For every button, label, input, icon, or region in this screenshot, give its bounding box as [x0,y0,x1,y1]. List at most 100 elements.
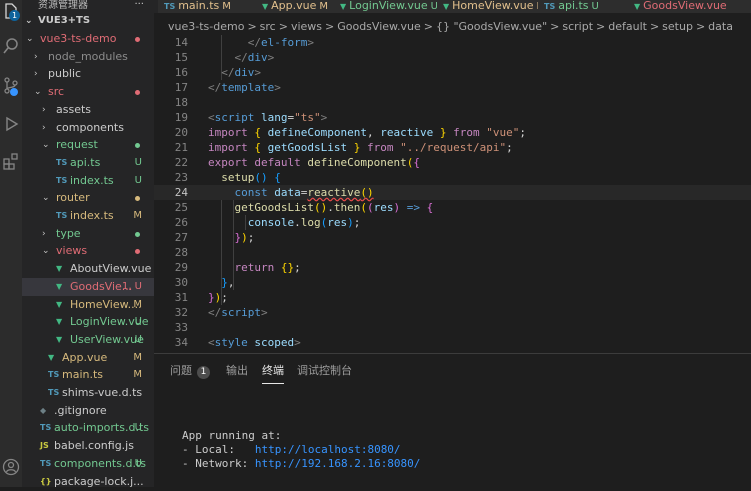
code-line: 30 }, [154,275,751,290]
breadcrumb-item[interactable]: views [291,20,322,33]
tab-status: U [591,1,599,12]
line-number: 15 [174,51,188,64]
tree-item[interactable]: ▼ HomeView.... M [22,296,154,314]
ts-file-icon: TS [56,175,68,185]
line-number: 20 [174,126,188,139]
tree-item[interactable]: › node_modules [22,48,154,66]
tree-item[interactable]: › components [22,119,154,137]
tree-item-label: vue3-ts-demo [40,32,117,45]
extensions-icon[interactable] [2,152,20,170]
tree-item[interactable]: ⌄ vue3-ts-demo [22,30,154,48]
tab-terminal[interactable]: 终端 [262,362,284,384]
ts-file-icon: TS [48,388,60,397]
tree-item[interactable]: ▼ AboutView.vue [22,260,154,278]
editor-tab[interactable]: ▼ GoodsView.vue [628,0,751,13]
tree-item[interactable]: ◆ .gitignore [22,402,154,420]
tree-item-label: index.ts [70,173,114,187]
tree-item[interactable]: TS main.ts M [22,366,154,384]
breadcrumb-item[interactable]: vue3-ts-demo [168,20,244,33]
search-icon[interactable] [2,37,20,55]
git-status-badge: U [134,316,142,328]
tree-item[interactable]: ⌄ views [22,242,154,260]
line-number: 17 [174,81,188,94]
tree-item[interactable]: TS auto-imports.d.ts U [22,419,154,437]
tab-label: App.vue [271,0,317,12]
line-number: 28 [174,246,188,259]
code-line: 19 <script lang="ts"> [154,110,751,125]
git-status-badge: M [133,298,142,310]
git-file-icon: ◆ [40,405,47,415]
more-actions-icon[interactable]: ··· [134,0,144,11]
problems-count-badge: 1 [197,366,210,379]
tree-item[interactable]: TS index.ts M [22,207,154,225]
editor-tabs: TS main.ts M ▼ App.vue M ▼ LoginView.vue U ▼ HomeV… [154,0,751,13]
code-line: 26 console.log(res); [154,215,751,230]
breadcrumb-item[interactable]: default [608,20,647,33]
tree-item[interactable]: ⌄ request [22,136,154,154]
ts-file-icon: TS [544,2,556,11]
tab-debug-console[interactable]: 调试控制台 [297,362,352,378]
breadcrumb-item[interactable]: setup [662,20,693,33]
breadcrumb-item[interactable]: {} "GoodsView.vue" [436,20,547,33]
editor-tab[interactable]: TS main.ts M [158,0,260,13]
tree-item[interactable]: JS babel.config.js [22,437,154,455]
tree-item[interactable]: › assets [22,101,154,119]
git-status-badge: U [134,422,142,434]
ts-file-icon: TS [164,2,176,11]
code-line: 31}); [154,290,751,305]
tree-item[interactable]: ▼ LoginView.vue U [22,313,154,331]
line-number: 23 [174,171,188,184]
tab-output[interactable]: 输出 [226,362,248,378]
breadcrumb-item[interactable]: GoodsView.vue [337,20,421,33]
code-line: 15 </div> [154,50,751,65]
vue-file-icon: ▼ [634,2,641,11]
tree-item[interactable]: TS index.ts U [22,172,154,190]
local-url-link[interactable]: http://localhost:8080/ [255,443,401,456]
tab-problems[interactable]: 问题 1 [170,362,210,379]
tree-item[interactable]: › type [22,225,154,243]
line-number: 27 [174,231,188,244]
editor-tab[interactable]: ▼ App.vue M [256,0,338,13]
tree-item[interactable]: ⌄ router [22,189,154,207]
editor-tab[interactable]: ▼HomeView.vueM [437,0,545,13]
breadcrumb-item[interactable]: data [708,20,733,33]
breadcrumb-item[interactable]: script [562,20,593,33]
tree-item[interactable]: ⌄ src [22,83,154,101]
code-line: 28 [154,245,751,260]
tree-item[interactable]: ▼ GoodsVie... 1, U [22,277,154,296]
bottom-panel: 问题 1 输出 终端 调试控制台 App running at: - Local:… [154,353,751,488]
line-number: 26 [174,216,188,229]
line-number: 32 [174,306,188,319]
code-line: 25 getGoodsList().then((res) => { [154,200,751,215]
account-icon[interactable] [2,458,20,476]
run-debug-icon[interactable] [2,115,20,133]
breadcrumb-separator: > [423,20,433,33]
tree-item[interactable]: TS components.d.ts U [22,455,154,473]
editor-tab[interactable]: ▼ LoginView.vue U [334,0,441,13]
breadcrumb-item[interactable]: src [260,20,276,33]
chevron-right-icon: › [34,69,38,80]
ts-file-icon: TS [56,211,68,220]
tree-item[interactable]: ▼ UserView.vue U [22,331,154,349]
vue-file-icon: ▼ [262,2,269,11]
tree-item[interactable]: › public [22,65,154,83]
network-url-link[interactable]: http://192.168.2.16:8080/ [255,457,421,470]
tree-item-label: request [56,138,98,152]
breadcrumb-separator: > [550,20,560,33]
line-number: 24 [174,186,188,199]
line-number: 16 [174,66,188,79]
tree-item-label: AboutView.vue [70,262,152,276]
editor-tab[interactable]: TS api.ts U [538,0,633,13]
breadcrumb-separator: > [649,20,660,33]
tree-item[interactable]: {} package-lock.j... [22,473,154,491]
code-editor[interactable]: 14 </el-form> 15 </div> 16 </div> 17 </te… [154,35,751,353]
tree-item[interactable]: ▼ App.vue M [22,349,154,367]
explorer-header: 资源管理器 ··· [22,0,154,12]
tree-item[interactable]: TS api.ts U [22,154,154,172]
chevron-down-icon: ⌄ [34,87,42,98]
workspace-section[interactable]: ⌄ VUE3+TS [22,12,154,30]
modified-dot [135,37,140,42]
tree-item[interactable]: TS shims-vue.d.ts [22,384,154,402]
tab-problems-label: 问题 [170,364,192,377]
tab-label: main.ts [178,0,220,12]
